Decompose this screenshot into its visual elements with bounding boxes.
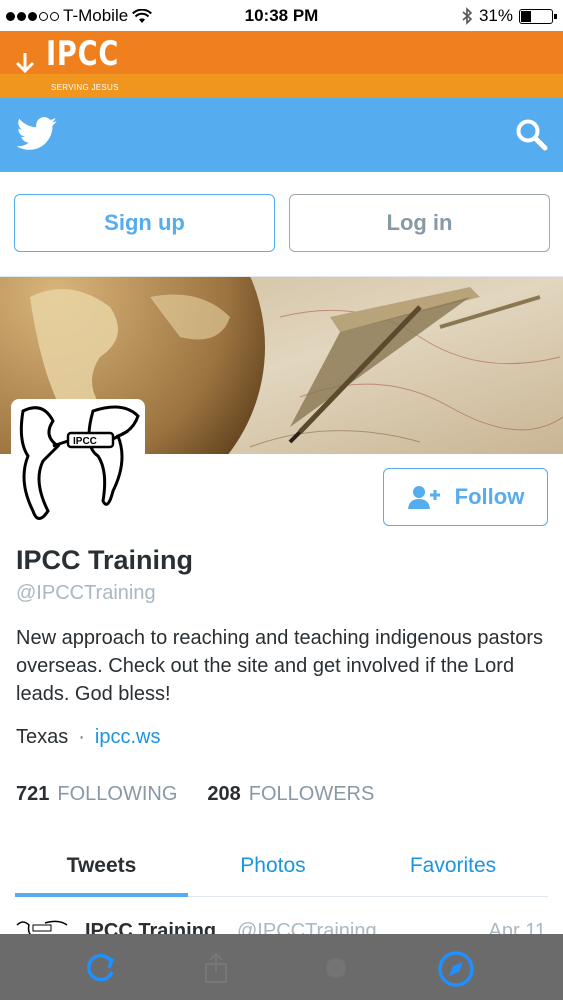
- battery-icon: [519, 8, 557, 24]
- twitter-header: [0, 98, 563, 172]
- share-icon[interactable]: [200, 950, 232, 986]
- tab-photos[interactable]: Photos: [188, 837, 358, 896]
- sign-up-button[interactable]: Sign up: [14, 194, 275, 252]
- follow-label: Follow: [454, 484, 525, 509]
- following-stat[interactable]: 721 FOLLOWING: [16, 783, 177, 806]
- add-user-icon: [407, 486, 440, 509]
- brand-tagline: SERVING JESUS: [51, 83, 119, 92]
- brand-logo: IPCC: [46, 34, 120, 74]
- profile-stats: 721 FOLLOWING 208 FOLLOWERS: [16, 783, 374, 806]
- bluetooth-icon: [462, 7, 473, 25]
- following-count: 721: [16, 783, 50, 805]
- auth-buttons: Sign up Log in: [14, 194, 550, 252]
- svg-text:IPCC: IPCC: [73, 436, 97, 447]
- followers-count: 208: [207, 783, 241, 805]
- followers-stat[interactable]: 208 FOLLOWERS: [207, 783, 374, 806]
- down-arrow-icon: [14, 51, 36, 82]
- following-label: FOLLOWING: [57, 783, 178, 805]
- profile-bio: New approach to reaching and teaching in…: [16, 627, 544, 705]
- tab-favorites[interactable]: Favorites: [358, 837, 548, 896]
- browser-toolbar: [0, 934, 563, 1000]
- tab-tweets[interactable]: Tweets: [15, 837, 188, 897]
- bookmark-icon[interactable]: [318, 950, 354, 986]
- brand-banner[interactable]: IPCC SERVING JESUS: [0, 31, 563, 98]
- status-right: 31%: [461, 6, 557, 26]
- log-in-button[interactable]: Log in: [289, 194, 550, 252]
- profile-avatar[interactable]: IPCC: [11, 399, 145, 533]
- battery-percent: 31%: [478, 6, 513, 25]
- follow-button[interactable]: Follow: [383, 468, 548, 526]
- profile-name: IPCC Training: [16, 545, 194, 575]
- profile-handle: @IPCCTraining: [16, 582, 156, 604]
- compass-icon[interactable]: [437, 950, 475, 988]
- search-icon[interactable]: [515, 118, 549, 152]
- profile-card: IPCC Follow IPCC Training @IPCCTraining …: [0, 276, 563, 937]
- reload-icon[interactable]: [82, 950, 118, 986]
- profile-tabs: Tweets Photos Favorites: [15, 837, 548, 897]
- twitter-bird-icon[interactable]: [16, 117, 58, 151]
- profile-website-link[interactable]: ipcc.ws: [95, 726, 161, 749]
- followers-label: FOLLOWERS: [248, 783, 375, 805]
- meta-separator: ·: [78, 726, 85, 748]
- status-bar: T-Mobile 10:38 PM 31%: [0, 0, 563, 31]
- profile-meta: Texas · ipcc.ws: [16, 726, 161, 749]
- profile-location: Texas: [16, 726, 69, 748]
